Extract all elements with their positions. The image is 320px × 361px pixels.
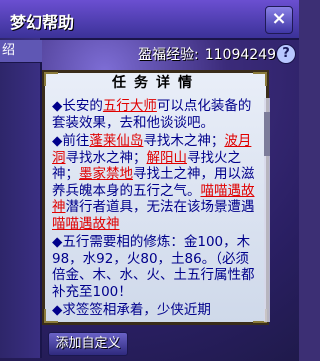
- panel-title: 任务详情: [112, 75, 200, 91]
- text-prefix: ◆长安的: [52, 98, 103, 114]
- task-paragraph-4: ◆求签签相承着，少侠近期: [52, 302, 211, 318]
- location-link-jieyangshan[interactable]: 解阳山: [147, 150, 188, 166]
- location-link-penglai[interactable]: 蓬莱仙岛: [89, 133, 143, 149]
- window-title: 梦幻帮助: [10, 13, 75, 32]
- text-mid: 寻找木之神；: [143, 133, 225, 149]
- task-paragraph-1: ◆长安的五行大师可以点化装备的套装效果，去和他谈谈吧。: [52, 98, 260, 131]
- task-content: ◆长安的五行大师可以点化装备的套装效果，去和他谈谈吧。 ◆前往蓬莱仙岛寻找木之神…: [52, 98, 260, 322]
- npc-link-five-elements-master[interactable]: 五行大师: [103, 98, 157, 114]
- window-titlebar: 梦幻帮助 ×: [0, 0, 299, 40]
- task-paragraph-3: ◆五行需要相的修炼：金100，木98，水92，火80，土86。（必须倍金、木、水…: [52, 234, 255, 300]
- experience-row: 盈福经验: 11094249: [138, 44, 276, 64]
- location-link-mojia[interactable]: 墨家禁地: [79, 166, 133, 182]
- experience-value: 11094249: [204, 47, 276, 63]
- close-button[interactable]: ×: [265, 6, 293, 34]
- help-button[interactable]: ?: [276, 44, 296, 64]
- text-mid: 寻找水之神；: [65, 149, 147, 166]
- experience-label: 盈福经验:: [138, 47, 199, 63]
- panel-corner-ornament: [253, 72, 267, 86]
- panel-corner-ornament: [44, 72, 58, 86]
- scrollbar-thumb[interactable]: [264, 112, 270, 156]
- special-link-2[interactable]: 喵喵遇故神: [52, 216, 120, 232]
- text-mid: 潜行者道具，无法在该场景遭遇: [65, 199, 255, 215]
- left-tab[interactable]: 绍: [0, 40, 42, 63]
- left-sidebar: [0, 38, 42, 358]
- add-custom-button[interactable]: 添加自定义: [48, 332, 128, 356]
- task-paragraph-2: ◆前往蓬莱仙岛寻找木之神；波月洞寻找水之神；解阳山寻找火之神；墨家禁地寻找土之神…: [52, 133, 260, 232]
- text-prefix: ◆前往: [52, 133, 90, 149]
